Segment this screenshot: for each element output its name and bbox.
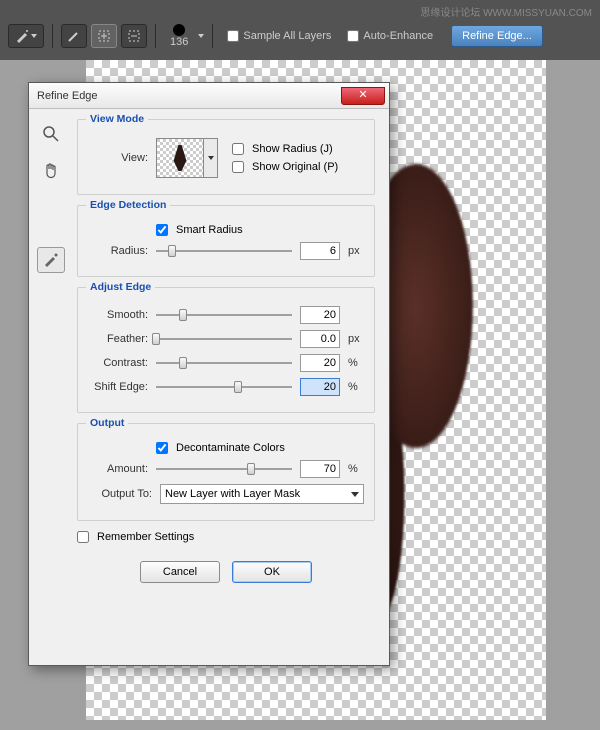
watermark-text: 思缘设计论坛 WWW.MISSYUAN.COM xyxy=(420,4,592,19)
radius-slider[interactable] xyxy=(156,244,292,258)
refine-edge-button[interactable]: Refine Edge... xyxy=(451,25,543,47)
decontaminate-checkbox[interactable]: Decontaminate Colors xyxy=(156,442,364,454)
tool-preset-dropdown[interactable] xyxy=(8,24,44,48)
chevron-down-icon xyxy=(31,34,37,38)
mode-subtract-selection[interactable] xyxy=(121,24,147,48)
output-group: Output Decontaminate Colors Amount: % Ou… xyxy=(77,423,375,521)
remember-settings-checkbox[interactable]: Remember Settings xyxy=(77,531,375,543)
brush-size-picker[interactable]: 136 xyxy=(170,24,188,48)
chevron-down-icon xyxy=(208,156,214,160)
zoom-tool[interactable] xyxy=(37,121,65,147)
divider xyxy=(52,24,53,48)
sample-all-layers-checkbox[interactable]: Sample All Layers xyxy=(227,30,331,42)
auto-enhance-checkbox[interactable]: Auto-Enhance xyxy=(347,30,433,42)
adjust-edge-group: Adjust Edge Smooth: Feather: px Contrast… xyxy=(77,287,375,413)
feather-label: Feather: xyxy=(88,333,148,345)
magnifier-icon xyxy=(42,125,60,143)
shift-edge-unit: % xyxy=(348,381,364,393)
shift-edge-label: Shift Edge: xyxy=(88,381,148,393)
smooth-slider[interactable] xyxy=(156,308,292,322)
view-mode-thumbnail[interactable] xyxy=(156,138,204,178)
wand-icon xyxy=(15,29,29,43)
amount-label: Amount: xyxy=(88,463,148,475)
cancel-button[interactable]: Cancel xyxy=(140,561,220,583)
options-bar: 思缘设计论坛 WWW.MISSYUAN.COM 136 Sample All L… xyxy=(0,0,600,60)
show-radius-checkbox[interactable]: Show Radius (J) xyxy=(232,143,338,155)
refine-edge-dialog: Refine Edge ✕ View Mode View: Show Radiu… xyxy=(28,82,390,666)
chevron-down-icon xyxy=(351,492,359,497)
refine-radius-tool[interactable] xyxy=(37,247,65,273)
hand-icon xyxy=(42,161,60,179)
mode-new-selection[interactable] xyxy=(61,24,87,48)
output-to-label: Output To: xyxy=(88,488,152,500)
brush-icon xyxy=(42,251,60,269)
output-to-select[interactable]: New Layer with Layer Mask xyxy=(160,484,364,504)
amount-input[interactable] xyxy=(300,460,340,478)
divider xyxy=(212,24,213,48)
ok-button[interactable]: OK xyxy=(232,561,312,583)
group-legend: Edge Detection xyxy=(86,199,170,211)
amount-slider[interactable] xyxy=(156,462,292,476)
smart-radius-checkbox[interactable]: Smart Radius xyxy=(156,224,364,236)
group-legend: View Mode xyxy=(86,113,148,125)
dialog-content: View Mode View: Show Radius (J) Show Ori… xyxy=(73,109,389,665)
close-icon: ✕ xyxy=(358,90,367,101)
shift-edge-slider[interactable] xyxy=(156,380,292,394)
output-to-value: New Layer with Layer Mask xyxy=(165,488,300,500)
radius-unit: px xyxy=(348,245,364,257)
divider xyxy=(155,24,156,48)
close-button[interactable]: ✕ xyxy=(341,87,385,105)
group-legend: Adjust Edge xyxy=(86,281,155,293)
brush-dot-icon xyxy=(173,24,185,36)
contrast-input[interactable] xyxy=(300,354,340,372)
amount-unit: % xyxy=(348,463,364,475)
dialog-titlebar[interactable]: Refine Edge ✕ xyxy=(29,83,389,109)
edge-detection-group: Edge Detection Smart Radius Radius: px xyxy=(77,205,375,277)
brush-size-value: 136 xyxy=(170,36,188,48)
show-original-checkbox[interactable]: Show Original (P) xyxy=(232,161,338,173)
feather-unit: px xyxy=(348,333,364,345)
view-label: View: xyxy=(88,152,148,164)
mode-add-selection[interactable] xyxy=(91,24,117,48)
contrast-slider[interactable] xyxy=(156,356,292,370)
contrast-label: Contrast: xyxy=(88,357,148,369)
view-mode-dropdown[interactable] xyxy=(204,138,218,178)
feather-input[interactable] xyxy=(300,330,340,348)
shift-edge-input[interactable] xyxy=(300,378,340,396)
chevron-down-icon[interactable] xyxy=(198,34,204,38)
contrast-unit: % xyxy=(348,357,364,369)
dialog-tool-column xyxy=(29,109,73,665)
radius-input[interactable] xyxy=(300,242,340,260)
view-mode-group: View Mode View: Show Radius (J) Show Ori… xyxy=(77,119,375,195)
group-legend: Output xyxy=(86,417,128,429)
smooth-label: Smooth: xyxy=(88,309,148,321)
hand-tool[interactable] xyxy=(37,157,65,183)
dialog-title: Refine Edge xyxy=(37,90,341,102)
feather-slider[interactable] xyxy=(156,332,292,346)
smooth-input[interactable] xyxy=(300,306,340,324)
radius-label: Radius: xyxy=(88,245,148,257)
